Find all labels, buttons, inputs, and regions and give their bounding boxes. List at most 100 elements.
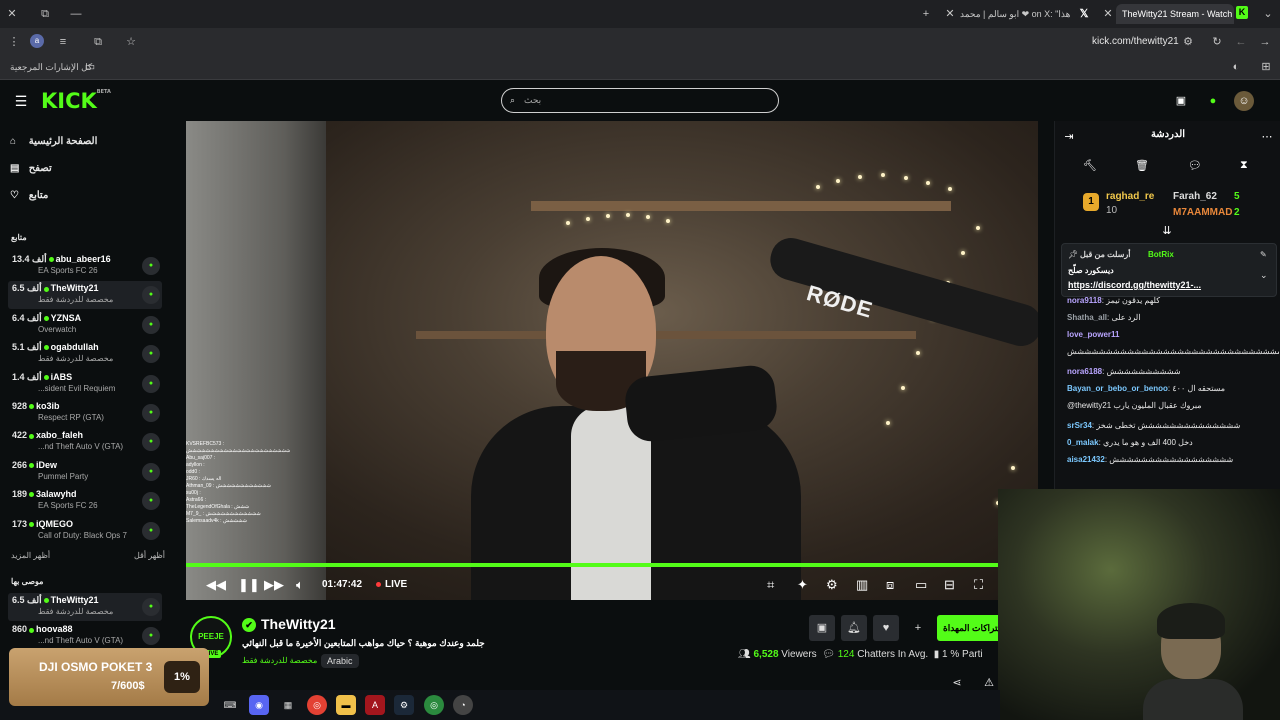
nav-home[interactable]: ⌂ الصفحة الرئيسية	[10, 133, 97, 151]
notifications-button[interactable]: 🔔︎	[841, 615, 867, 641]
chevron-down-icon[interactable]: ⌄	[1260, 270, 1268, 281]
sidebar-channel-iABS[interactable]: 1.4 ألف iABS ...sident Evil Requiem ●	[8, 370, 162, 398]
kick-rewards-icon[interactable]: ●	[1205, 93, 1221, 109]
new-tab-icon[interactable]: +	[918, 6, 934, 22]
bookmark-star-icon[interactable]: ☆	[123, 34, 139, 50]
taskbar-discord-icon[interactable]: ◉	[249, 695, 269, 715]
chat-username[interactable]: nora6188	[1067, 367, 1102, 376]
pinned-author[interactable]: BotRix	[1148, 250, 1174, 259]
pinned-message[interactable]: 📌︎ أرسلت من قبل BotRix ديسكورد صلّح http…	[1061, 243, 1277, 297]
report-icon[interactable]: ⚠	[981, 675, 997, 691]
tab-search-icon[interactable]: ⌄	[1260, 6, 1276, 22]
reload-icon[interactable]: ↻	[1209, 34, 1225, 50]
mod-hammer-icon[interactable]: 🔨︎	[1083, 159, 1097, 172]
theater-mode-icon[interactable]: ▭	[915, 577, 927, 593]
wide-mode-icon[interactable]: ⊟	[944, 577, 955, 593]
sidebar-channel-YZNSA[interactable]: 6.4 ألف YZNSA Overwatch ●	[8, 311, 162, 339]
tab-kick-stream[interactable]: TheWitty21 Stream - Watch	[1116, 4, 1234, 24]
tab-close-icon[interactable]: ✕	[1100, 6, 1116, 22]
all-bookmarks-label[interactable]: كل الإشارات المرجعية	[10, 62, 92, 73]
window-maximize-icon[interactable]: ⧉	[37, 6, 53, 22]
taskbar-terminal-icon[interactable]: ⌨	[220, 695, 240, 715]
search-input[interactable]: ⌕ بحث	[501, 88, 779, 113]
video-player[interactable]: RØDE KVSREFBC573 : شششششششششششششششششششششش…	[186, 121, 1038, 600]
user-avatar[interactable]: ☺	[1234, 91, 1254, 111]
show-less-link[interactable]: أظهر أقل	[134, 551, 165, 560]
share-icon[interactable]: ⋖	[949, 675, 965, 691]
leaderboard-name[interactable]: M7AAMMAD	[1173, 207, 1232, 218]
expand-leaderboard-icon[interactable]: ⇊	[1159, 223, 1175, 239]
settings-icon[interactable]: ⚙	[826, 577, 838, 593]
stats-icon[interactable]: ▥	[856, 577, 868, 593]
menu-dots-icon[interactable]: ⋮	[6, 34, 22, 50]
follow-button[interactable]: ♥	[873, 615, 899, 641]
forward-icon[interactable]: ←	[1233, 34, 1249, 50]
trash-icon[interactable]: 🗑︎	[1135, 159, 1149, 172]
url-text[interactable]: kick.com/thewitty21	[1092, 36, 1179, 47]
picture-in-picture-icon[interactable]: ⧈	[886, 577, 894, 593]
taskbar-obs-icon[interactable]: ◔	[453, 695, 473, 715]
taskbar-app-icon[interactable]: ▦	[278, 695, 298, 715]
language-tag[interactable]: Arabic	[321, 654, 359, 668]
stream-progress-bar[interactable]	[186, 563, 1038, 567]
chat-bubble-icon[interactable]: 💬︎	[1188, 159, 1202, 172]
pause-icon[interactable]: ❚❚	[238, 577, 260, 593]
fullscreen-icon[interactable]: ⛶	[974, 577, 983, 593]
pinned-link[interactable]: https://discord.gg/thewitty21-...	[1068, 280, 1201, 290]
channel-name[interactable]: TheWitty21	[242, 616, 336, 632]
chat-username[interactable]: 0_malak	[1067, 438, 1099, 447]
site-settings-icon[interactable]: ⚙	[1180, 34, 1196, 50]
sidebar-channel-TheWitty21[interactable]: 6.5 ألف TheWitty21 مخصصة للدردشة فقط ●	[8, 281, 162, 310]
sidebar-channel-xabo_faleh[interactable]: 422 xabo_faleh ...nd Theft Auto V (GTA) ●	[8, 428, 162, 456]
extensions-icon[interactable]: ⧉	[90, 34, 106, 50]
sidebar-channel-ogabdullah[interactable]: 5.1 ألف ogabdullah مخصصة للدردشة فقط ●	[8, 340, 162, 368]
tab-x-post[interactable]: ابو سالم | محمد ❤ on X: "هذا ...	[960, 4, 1072, 24]
taskbar-steam-icon[interactable]: ⚙	[394, 695, 414, 715]
hamburger-menu-icon[interactable]: ☰	[13, 93, 29, 109]
tab-close-icon[interactable]: ✕	[942, 6, 958, 22]
wallet-icon[interactable]: ▣	[1173, 93, 1189, 109]
globe-icon[interactable]: ◐	[1228, 59, 1244, 75]
hourglass-icon[interactable]: ⧗	[1240, 159, 1248, 172]
chat-username[interactable]: aisa21432	[1067, 455, 1105, 464]
sidebar-channel-TheWitty21[interactable]: 6.5 ألف TheWitty21 مخصصة للدردشة فقط ●	[8, 593, 162, 621]
stream-category[interactable]: مخصصة للدردشة فقط	[242, 656, 317, 665]
gift-subs-button[interactable]: اشتراكات المهداة	[937, 615, 998, 641]
chat-username[interactable]: Bayan_or_bebo_or_benoo	[1067, 384, 1168, 393]
unpin-icon[interactable]: ✎	[1260, 250, 1267, 259]
taskbar-chrome-active-icon[interactable]: ◎	[424, 695, 444, 715]
window-close-icon[interactable]: ✕	[4, 6, 20, 22]
nav-following[interactable]: ♡ متابع	[10, 187, 48, 205]
chat-username[interactable]: srSr34	[1067, 421, 1092, 430]
sidebar-channel-hoova88[interactable]: 860 hoova88 ...nd Theft Auto V (GTA) ●	[8, 622, 162, 650]
chat-username[interactable]: nora9118	[1067, 296, 1102, 305]
media-control-icon[interactable]: ≡	[55, 34, 71, 50]
sidebar-channel-iQMEGO[interactable]: 173 iQMEGO Call of Duty: Black Ops 7 ●	[8, 517, 162, 545]
sparkle-icon[interactable]: ✦	[797, 577, 808, 593]
apps-grid-icon[interactable]: ⊞	[1258, 59, 1274, 75]
chat-username[interactable]: love_power11	[1067, 330, 1119, 339]
gift-button[interactable]: +	[905, 615, 931, 641]
window-minimize-icon[interactable]: —	[68, 6, 84, 22]
kick-logo[interactable]: KICKBETA	[41, 89, 111, 113]
volume-icon[interactable]: 🔈︎	[296, 577, 304, 593]
chat-username[interactable]: Shatha_all	[1067, 313, 1107, 322]
sidebar-channel-ko3ib[interactable]: 928 ko3ib Respect RP (GTA) ●	[8, 399, 162, 427]
taskbar-acrobat-icon[interactable]: A	[365, 695, 385, 715]
nav-browse[interactable]: ▤ تصفح	[10, 160, 52, 178]
rewind-icon[interactable]: ◀◀	[206, 577, 226, 593]
leaderboard-name[interactable]: raghad_re	[1106, 191, 1154, 202]
sidebar-channel-abu_abeer16[interactable]: 13.4 ألف abu_abeer16 EA Sports FC 26 ●	[8, 252, 162, 280]
live-indicator[interactable]: LIVE	[376, 579, 407, 590]
profile-avatar[interactable]: a	[30, 34, 44, 48]
sidebar-channel-iDew[interactable]: 266 iDew Pummel Party ●	[8, 458, 162, 486]
taskbar-chrome-icon[interactable]: ◎	[307, 695, 327, 715]
clips-button[interactable]: ▣	[809, 615, 835, 641]
sidebar-channel-3alawyhd[interactable]: 189 3alawyhd EA Sports FC 26 ●	[8, 487, 162, 515]
clip-icon[interactable]: ⌗	[767, 577, 774, 593]
fast-forward-icon[interactable]: ▶▶	[264, 577, 284, 593]
taskbar-folder-icon[interactable]: ▬	[336, 695, 356, 715]
leaderboard-name[interactable]: Farah_62	[1173, 191, 1217, 202]
back-icon[interactable]: →	[1257, 34, 1273, 50]
show-more-link[interactable]: أظهر المزيد	[11, 551, 50, 560]
